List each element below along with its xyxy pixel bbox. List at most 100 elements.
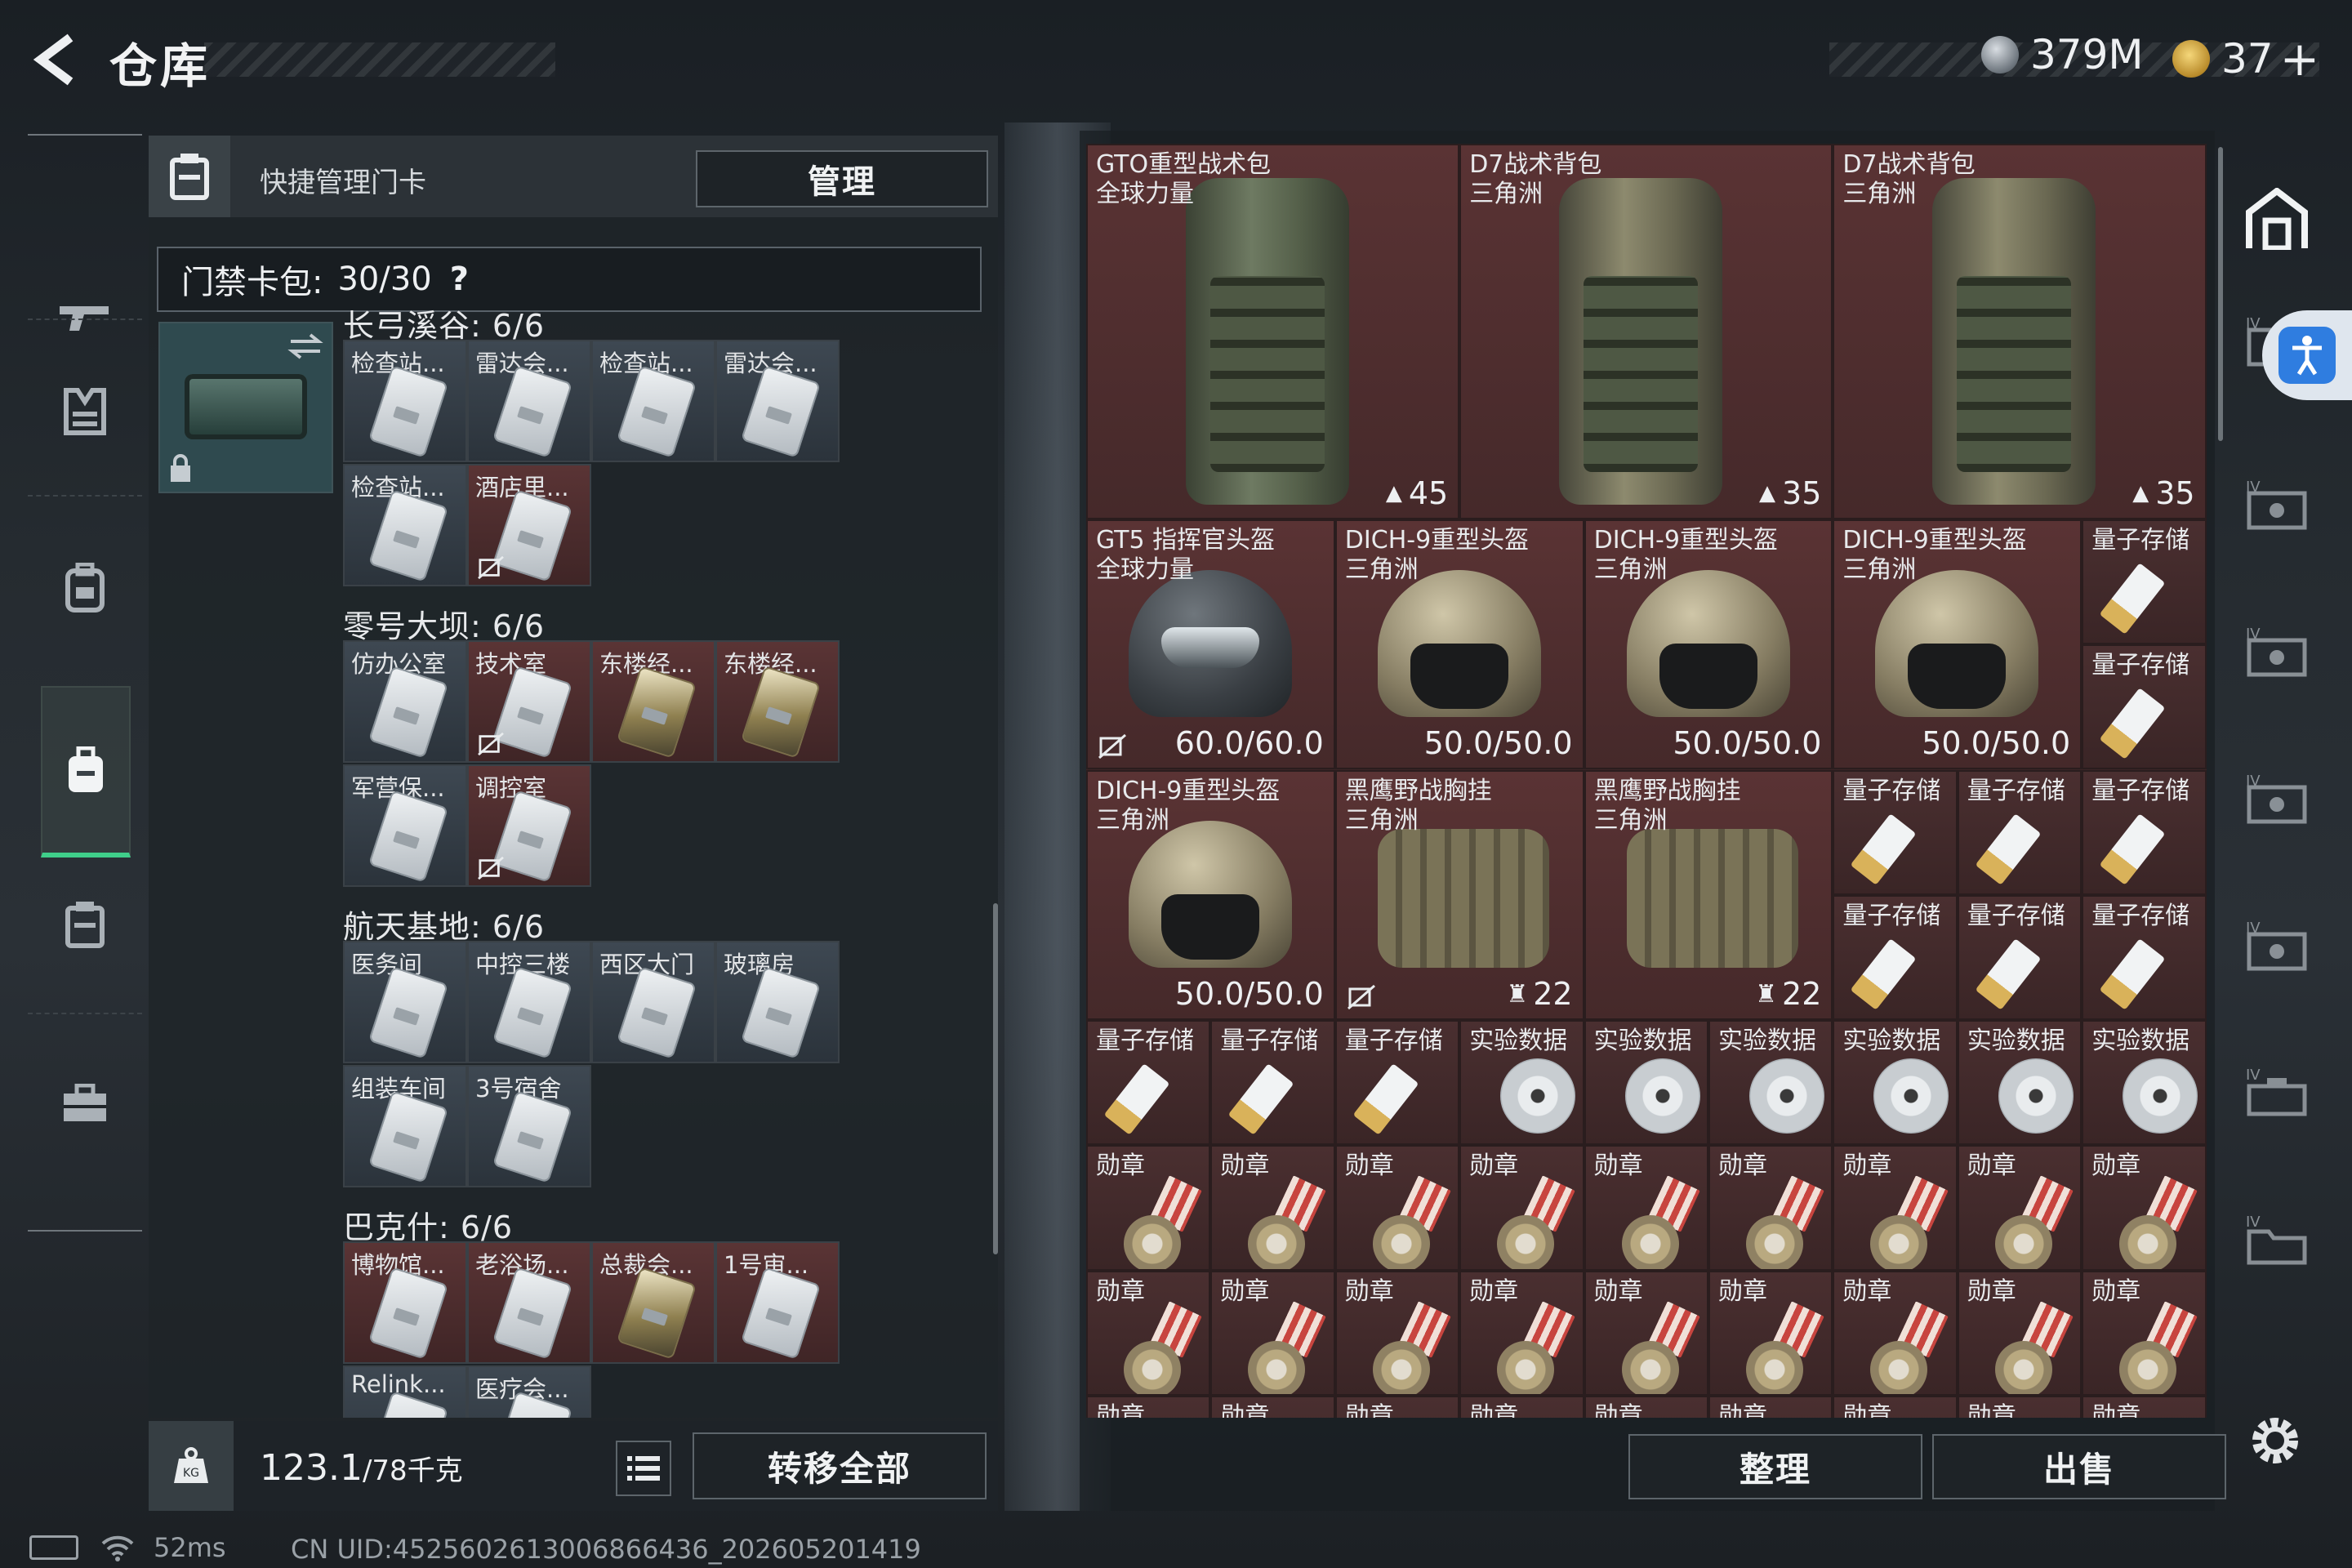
medal-item[interactable]: 勋章: [1334, 1145, 1460, 1271]
warehouse-tab-7[interactable]: IV: [2236, 1054, 2318, 1135]
helmet-item[interactable]: DICH-9重型头盔 三角洲 50.0/50.0: [1086, 769, 1335, 1021]
usb-item[interactable]: 量子存储: [2082, 519, 2207, 645]
currency-coins[interactable]: 379M: [1981, 31, 2144, 78]
currency-triangle[interactable]: 37 +: [2172, 31, 2319, 87]
back-arrow-icon[interactable]: [28, 31, 85, 88]
keycard-slot[interactable]: 检查站...: [591, 340, 715, 462]
warehouse-tab-8[interactable]: IV: [2236, 1200, 2318, 1282]
medal-item[interactable]: 勋章: [1334, 1270, 1460, 1396]
accessibility-button[interactable]: [2262, 310, 2352, 400]
medal-item[interactable]: 勋章: [1957, 1145, 2082, 1271]
keycard-slot[interactable]: 检查站...: [343, 340, 467, 462]
keycard-list-scrollbar[interactable]: [993, 903, 998, 1254]
keycard-slot[interactable]: Relink...: [343, 1365, 467, 1418]
usb-item[interactable]: 量子存储: [2082, 769, 2207, 895]
keycard-slot[interactable]: 博物馆...: [343, 1241, 467, 1364]
bag-item[interactable]: D7战术背包 三角洲 ▲ 35: [1459, 144, 1833, 519]
disc-item[interactable]: 实验数据: [2082, 1020, 2207, 1146]
medal-item[interactable]: 勋章: [1708, 1145, 1833, 1271]
warehouse-tab-4[interactable]: IV: [2236, 612, 2318, 694]
keycard-pack-slot[interactable]: [158, 322, 333, 493]
bag-item[interactable]: GTO重型战术包 全球力量 ▲ 45: [1086, 144, 1460, 519]
keycard-slot[interactable]: 医务间: [343, 941, 467, 1063]
medal-item[interactable]: 勋章: [2082, 1270, 2207, 1396]
keycard-slot[interactable]: 西区大门: [591, 941, 715, 1063]
nav-keycard-active[interactable]: [41, 686, 131, 858]
medal-item[interactable]: 勋章: [2082, 1396, 2207, 1418]
keycard-slot[interactable]: 3号宿舍: [467, 1065, 591, 1187]
medal-item[interactable]: 勋章: [1833, 1396, 1958, 1418]
medal-item[interactable]: 勋章: [1210, 1396, 1335, 1418]
keycard-slot[interactable]: 雷达会...: [467, 340, 591, 462]
warehouse-tab-6[interactable]: IV: [2236, 906, 2318, 988]
swap-icon[interactable]: [287, 330, 323, 363]
list-view-button[interactable]: [616, 1441, 671, 1496]
medal-item[interactable]: 勋章: [1086, 1396, 1211, 1418]
disc-item[interactable]: 实验数据: [1584, 1020, 1708, 1146]
disc-item[interactable]: 实验数据: [1459, 1020, 1584, 1146]
keycard-slot[interactable]: 东楼经...: [591, 640, 715, 763]
medal-item[interactable]: 勋章: [1459, 1396, 1584, 1418]
usb-item[interactable]: 量子存储: [2082, 644, 2207, 770]
keycard-slot[interactable]: 玻璃房: [715, 941, 840, 1063]
helmet-item[interactable]: DICH-9重型头盔 三角洲 50.0/50.0: [1833, 519, 2082, 770]
usb-item[interactable]: 量子存储: [1210, 1020, 1335, 1146]
nav-storage[interactable]: [41, 880, 129, 969]
helmet-item[interactable]: DICH-9重型头盔 三角洲 50.0/50.0: [1334, 519, 1584, 770]
keycard-slot[interactable]: 老浴场...: [467, 1241, 591, 1364]
medal-item[interactable]: 勋章: [1210, 1145, 1335, 1271]
warehouse-tab-5[interactable]: IV: [2236, 760, 2318, 841]
keycard-slot[interactable]: 调控室: [467, 764, 591, 887]
medal-item[interactable]: 勋章: [1584, 1145, 1708, 1271]
usb-item[interactable]: 量子存储: [1957, 769, 2082, 895]
medal-item[interactable]: 勋章: [1584, 1270, 1708, 1396]
medal-item[interactable]: 勋章: [1957, 1270, 2082, 1396]
keycard-slot[interactable]: 1号审...: [715, 1241, 840, 1364]
disc-item[interactable]: 实验数据: [1708, 1020, 1833, 1146]
nav-toolbox[interactable]: [41, 1060, 129, 1148]
sort-button[interactable]: 整理: [1628, 1434, 1922, 1499]
keycard-slot[interactable]: 总裁会...: [591, 1241, 715, 1364]
transfer-all-button[interactable]: 转移全部: [693, 1432, 987, 1499]
warehouse-tab-main[interactable]: [2236, 178, 2318, 260]
medal-item[interactable]: 勋章: [1086, 1270, 1211, 1396]
usb-item[interactable]: 量子存储: [1957, 894, 2082, 1021]
keycard-slot[interactable]: 中控三楼: [467, 941, 591, 1063]
medal-item[interactable]: 勋章: [1957, 1396, 2082, 1418]
keycard-slot[interactable]: 酒店里...: [467, 464, 591, 586]
help-icon[interactable]: ?: [450, 261, 469, 298]
usb-item[interactable]: 量子存储: [1833, 894, 1958, 1021]
nav-backpack[interactable]: [41, 544, 129, 632]
settings-gear-icon[interactable]: [2244, 1410, 2306, 1472]
nav-armor[interactable]: [41, 368, 129, 456]
medal-item[interactable]: 勋章: [1459, 1145, 1584, 1271]
medal-item[interactable]: 勋章: [1708, 1270, 1833, 1396]
keycard-slot[interactable]: 仿办公室: [343, 640, 467, 763]
keycard-slot[interactable]: 组装车间: [343, 1065, 467, 1187]
medal-item[interactable]: 勋章: [1708, 1396, 1833, 1418]
helmet-item[interactable]: GT5 指挥官头盔 全球力量 60.0/60.0: [1086, 519, 1335, 770]
keycard-slot[interactable]: 军营保...: [343, 764, 467, 887]
medal-item[interactable]: 勋章: [1833, 1270, 1958, 1396]
keycard-slot[interactable]: 检查站...: [343, 464, 467, 586]
bag-item[interactable]: D7战术背包 三角洲 ▲ 35: [1833, 144, 2207, 519]
medal-item[interactable]: 勋章: [1833, 1145, 1958, 1271]
helmet-item[interactable]: DICH-9重型头盔 三角洲 50.0/50.0: [1584, 519, 1833, 770]
keycard-slot[interactable]: 技术室: [467, 640, 591, 763]
medal-item[interactable]: 勋章: [2082, 1145, 2207, 1271]
medal-item[interactable]: 勋章: [1334, 1396, 1460, 1418]
warehouse-tab-3[interactable]: IV: [2236, 466, 2318, 547]
medal-item[interactable]: 勋章: [1086, 1145, 1211, 1271]
medal-item[interactable]: 勋章: [1459, 1270, 1584, 1396]
manage-button[interactable]: 管理: [696, 150, 988, 207]
medal-item[interactable]: 勋章: [1210, 1270, 1335, 1396]
disc-item[interactable]: 实验数据: [1957, 1020, 2082, 1146]
keycard-slot[interactable]: 东楼经...: [715, 640, 840, 763]
usb-item[interactable]: 量子存储: [2082, 894, 2207, 1021]
usb-item[interactable]: 量子存储: [1086, 1020, 1211, 1146]
add-currency-icon[interactable]: +: [2280, 31, 2320, 87]
sell-button[interactable]: 出售: [1932, 1434, 2226, 1499]
disc-item[interactable]: 实验数据: [1833, 1020, 1958, 1146]
keycard-slot[interactable]: 医疗会...: [467, 1365, 591, 1418]
vest-item[interactable]: 黑鹰野战胸挂 三角洲 ♜ 22: [1584, 769, 1833, 1021]
